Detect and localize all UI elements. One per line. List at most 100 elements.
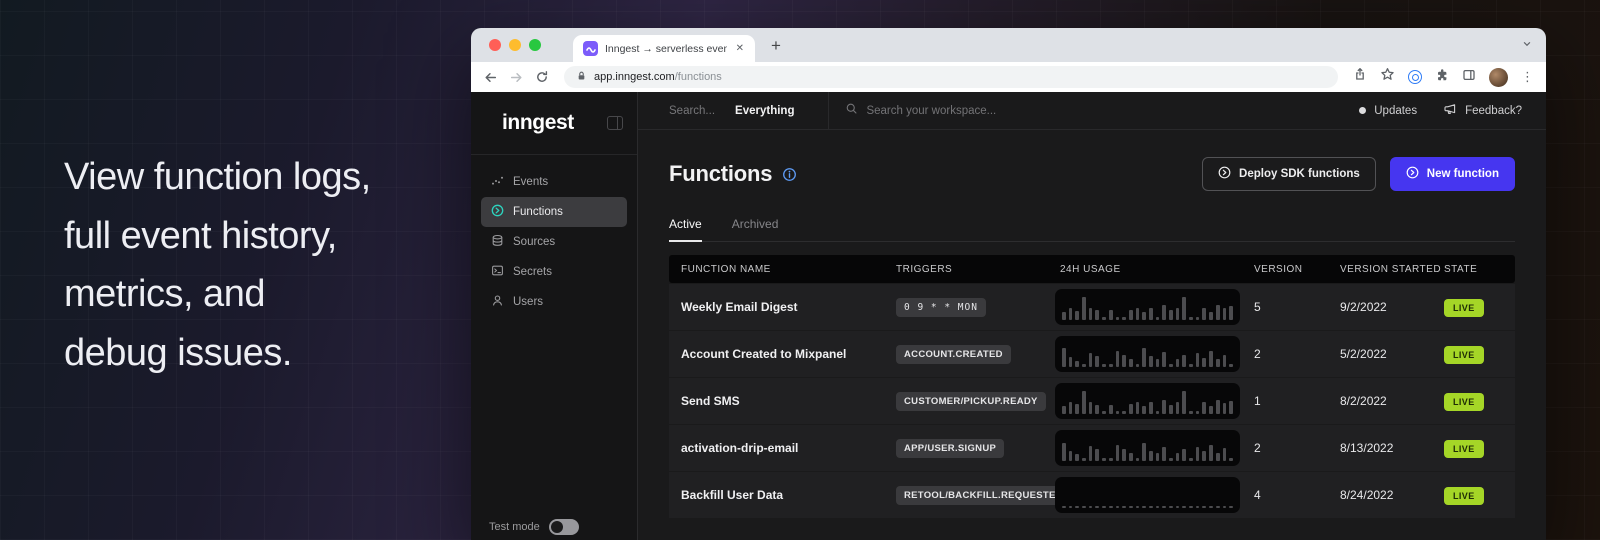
table-row[interactable]: Weekly Email Digest 0 9 * * MON 5 9/2/20… bbox=[669, 284, 1515, 330]
usage-bar bbox=[1196, 411, 1200, 414]
sidebar-item-users[interactable]: Users bbox=[481, 287, 627, 317]
table-row[interactable]: Account Created to Mixpanel ACCOUNT.CREA… bbox=[669, 331, 1515, 377]
bookmark-star-icon[interactable] bbox=[1380, 67, 1395, 87]
circle-caret-icon bbox=[1218, 166, 1231, 182]
version-started-date: 8/13/2022 bbox=[1340, 441, 1393, 455]
usage-bar bbox=[1229, 306, 1233, 320]
side-panel-icon[interactable] bbox=[1462, 68, 1476, 87]
trigger-badge: RETOOL/BACKFILL.REQUESTED bbox=[896, 486, 1071, 505]
usage-bar bbox=[1109, 458, 1113, 461]
updates-button[interactable]: Updates bbox=[1359, 105, 1417, 117]
usage-bar bbox=[1082, 458, 1086, 461]
usage-bar bbox=[1069, 357, 1073, 367]
usage-sparkline-chart bbox=[1055, 430, 1240, 466]
usage-bar bbox=[1169, 458, 1173, 461]
usage-bar bbox=[1082, 391, 1086, 414]
version-value: 5 bbox=[1254, 300, 1261, 314]
tab-active[interactable]: Active bbox=[669, 217, 702, 242]
browser-tab[interactable]: Inngest → serverless event-dri ✕ bbox=[573, 35, 755, 62]
share-icon[interactable] bbox=[1353, 67, 1367, 87]
sidebar-item-sources[interactable]: Sources bbox=[481, 227, 627, 257]
table-header: FUNCTION NAME TRIGGERS 24H USAGE VERSION… bbox=[669, 255, 1515, 283]
usage-bar bbox=[1069, 308, 1073, 320]
version-started-date: 5/2/2022 bbox=[1340, 347, 1387, 361]
hero-line: View function logs, bbox=[64, 148, 371, 207]
usage-bar bbox=[1156, 317, 1160, 320]
table-body: Weekly Email Digest 0 9 * * MON 5 9/2/20… bbox=[669, 284, 1515, 518]
usage-bar bbox=[1176, 453, 1180, 461]
function-name: Account Created to Mixpanel bbox=[681, 347, 846, 361]
usage-bar bbox=[1136, 364, 1140, 367]
window-controls[interactable] bbox=[489, 39, 541, 51]
usage-bar bbox=[1202, 402, 1206, 414]
new-function-button[interactable]: New function bbox=[1390, 157, 1515, 191]
chevron-down-icon[interactable] bbox=[1521, 37, 1533, 55]
usage-bar bbox=[1162, 305, 1166, 320]
column-header-function-name: FUNCTION NAME bbox=[669, 264, 896, 275]
profile-avatar[interactable] bbox=[1489, 68, 1508, 87]
usage-bar bbox=[1176, 308, 1180, 320]
minimize-window-button[interactable] bbox=[509, 39, 521, 51]
usage-bar bbox=[1089, 506, 1093, 508]
search-scope-label[interactable]: Search... bbox=[669, 105, 715, 117]
trigger-badge: CUSTOMER/PICKUP.READY bbox=[896, 392, 1046, 411]
sidebar-item-functions[interactable]: Functions bbox=[481, 197, 627, 227]
deploy-sdk-functions-button[interactable]: Deploy SDK functions bbox=[1202, 157, 1376, 191]
usage-bar bbox=[1169, 364, 1173, 367]
function-name: Backfill User Data bbox=[681, 488, 783, 502]
table-row[interactable]: Send SMS CUSTOMER/PICKUP.READY 1 8/2/202… bbox=[669, 378, 1515, 424]
forward-icon[interactable] bbox=[509, 70, 524, 85]
test-mode-toggle[interactable] bbox=[549, 519, 579, 535]
sidebar-collapse-icon[interactable] bbox=[607, 116, 623, 130]
usage-bar bbox=[1202, 308, 1206, 320]
onepassword-extension-icon[interactable] bbox=[1408, 70, 1422, 84]
url-field[interactable]: app.inngest.com/functions bbox=[564, 66, 1338, 88]
usage-bar bbox=[1216, 305, 1220, 320]
browser-menu-icon[interactable]: ⋮ bbox=[1521, 69, 1534, 85]
function-name: Send SMS bbox=[681, 394, 740, 408]
usage-bar bbox=[1156, 453, 1160, 461]
table-row[interactable]: activation-drip-email APP/USER.SIGNUP 2 … bbox=[669, 425, 1515, 471]
sidebar-item-secrets[interactable]: Secrets bbox=[481, 257, 627, 287]
usage-bar bbox=[1196, 447, 1200, 461]
info-icon[interactable] bbox=[782, 167, 797, 182]
usage-bar bbox=[1156, 411, 1160, 414]
close-window-button[interactable] bbox=[489, 39, 501, 51]
extensions-puzzle-icon[interactable] bbox=[1435, 68, 1449, 87]
usage-bar bbox=[1162, 400, 1166, 414]
new-tab-button[interactable]: + bbox=[771, 37, 781, 54]
state-badge: LIVE bbox=[1444, 393, 1484, 411]
feedback-button[interactable]: Feedback? bbox=[1443, 102, 1522, 119]
table-row[interactable]: Backfill User Data RETOOL/BACKFILL.REQUE… bbox=[669, 472, 1515, 518]
topbar-right: Updates Feedback? bbox=[1359, 102, 1522, 119]
fullscreen-window-button[interactable] bbox=[529, 39, 541, 51]
usage-bar bbox=[1122, 411, 1126, 414]
version-value: 4 bbox=[1254, 488, 1261, 502]
tab-close-icon[interactable]: ✕ bbox=[734, 43, 746, 54]
lock-icon bbox=[576, 70, 587, 85]
usage-bar bbox=[1075, 506, 1079, 508]
inngest-app: inngest Events Functions bbox=[471, 92, 1546, 540]
usage-bar bbox=[1216, 506, 1220, 508]
back-icon[interactable] bbox=[483, 70, 498, 85]
usage-bar bbox=[1169, 405, 1173, 414]
url-text: app.inngest.com/functions bbox=[594, 71, 722, 83]
functions-page: Functions Deploy SDK functions bbox=[638, 130, 1546, 540]
usage-bar bbox=[1182, 355, 1186, 367]
page-header: Functions Deploy SDK functions bbox=[669, 157, 1515, 191]
tab-title: Inngest → serverless event-dri bbox=[605, 43, 727, 55]
version-value: 2 bbox=[1254, 441, 1261, 455]
usage-bar bbox=[1129, 359, 1133, 367]
sidebar-item-events[interactable]: Events bbox=[481, 167, 627, 197]
usage-bar bbox=[1136, 402, 1140, 414]
workspace-search-input[interactable]: Search your workspace... bbox=[845, 102, 1359, 120]
search-scope-everything[interactable]: Everything bbox=[735, 105, 794, 117]
tab-archived[interactable]: Archived bbox=[732, 217, 779, 241]
column-header-version: VERSION bbox=[1254, 264, 1340, 275]
browser-urlbar: app.inngest.com/functions ⋮ bbox=[471, 62, 1546, 92]
sidebar-item-label: Secrets bbox=[513, 266, 552, 278]
usage-bar bbox=[1229, 506, 1233, 508]
usage-bar bbox=[1136, 506, 1140, 508]
terminal-icon bbox=[491, 264, 504, 280]
refresh-icon[interactable] bbox=[535, 70, 549, 84]
